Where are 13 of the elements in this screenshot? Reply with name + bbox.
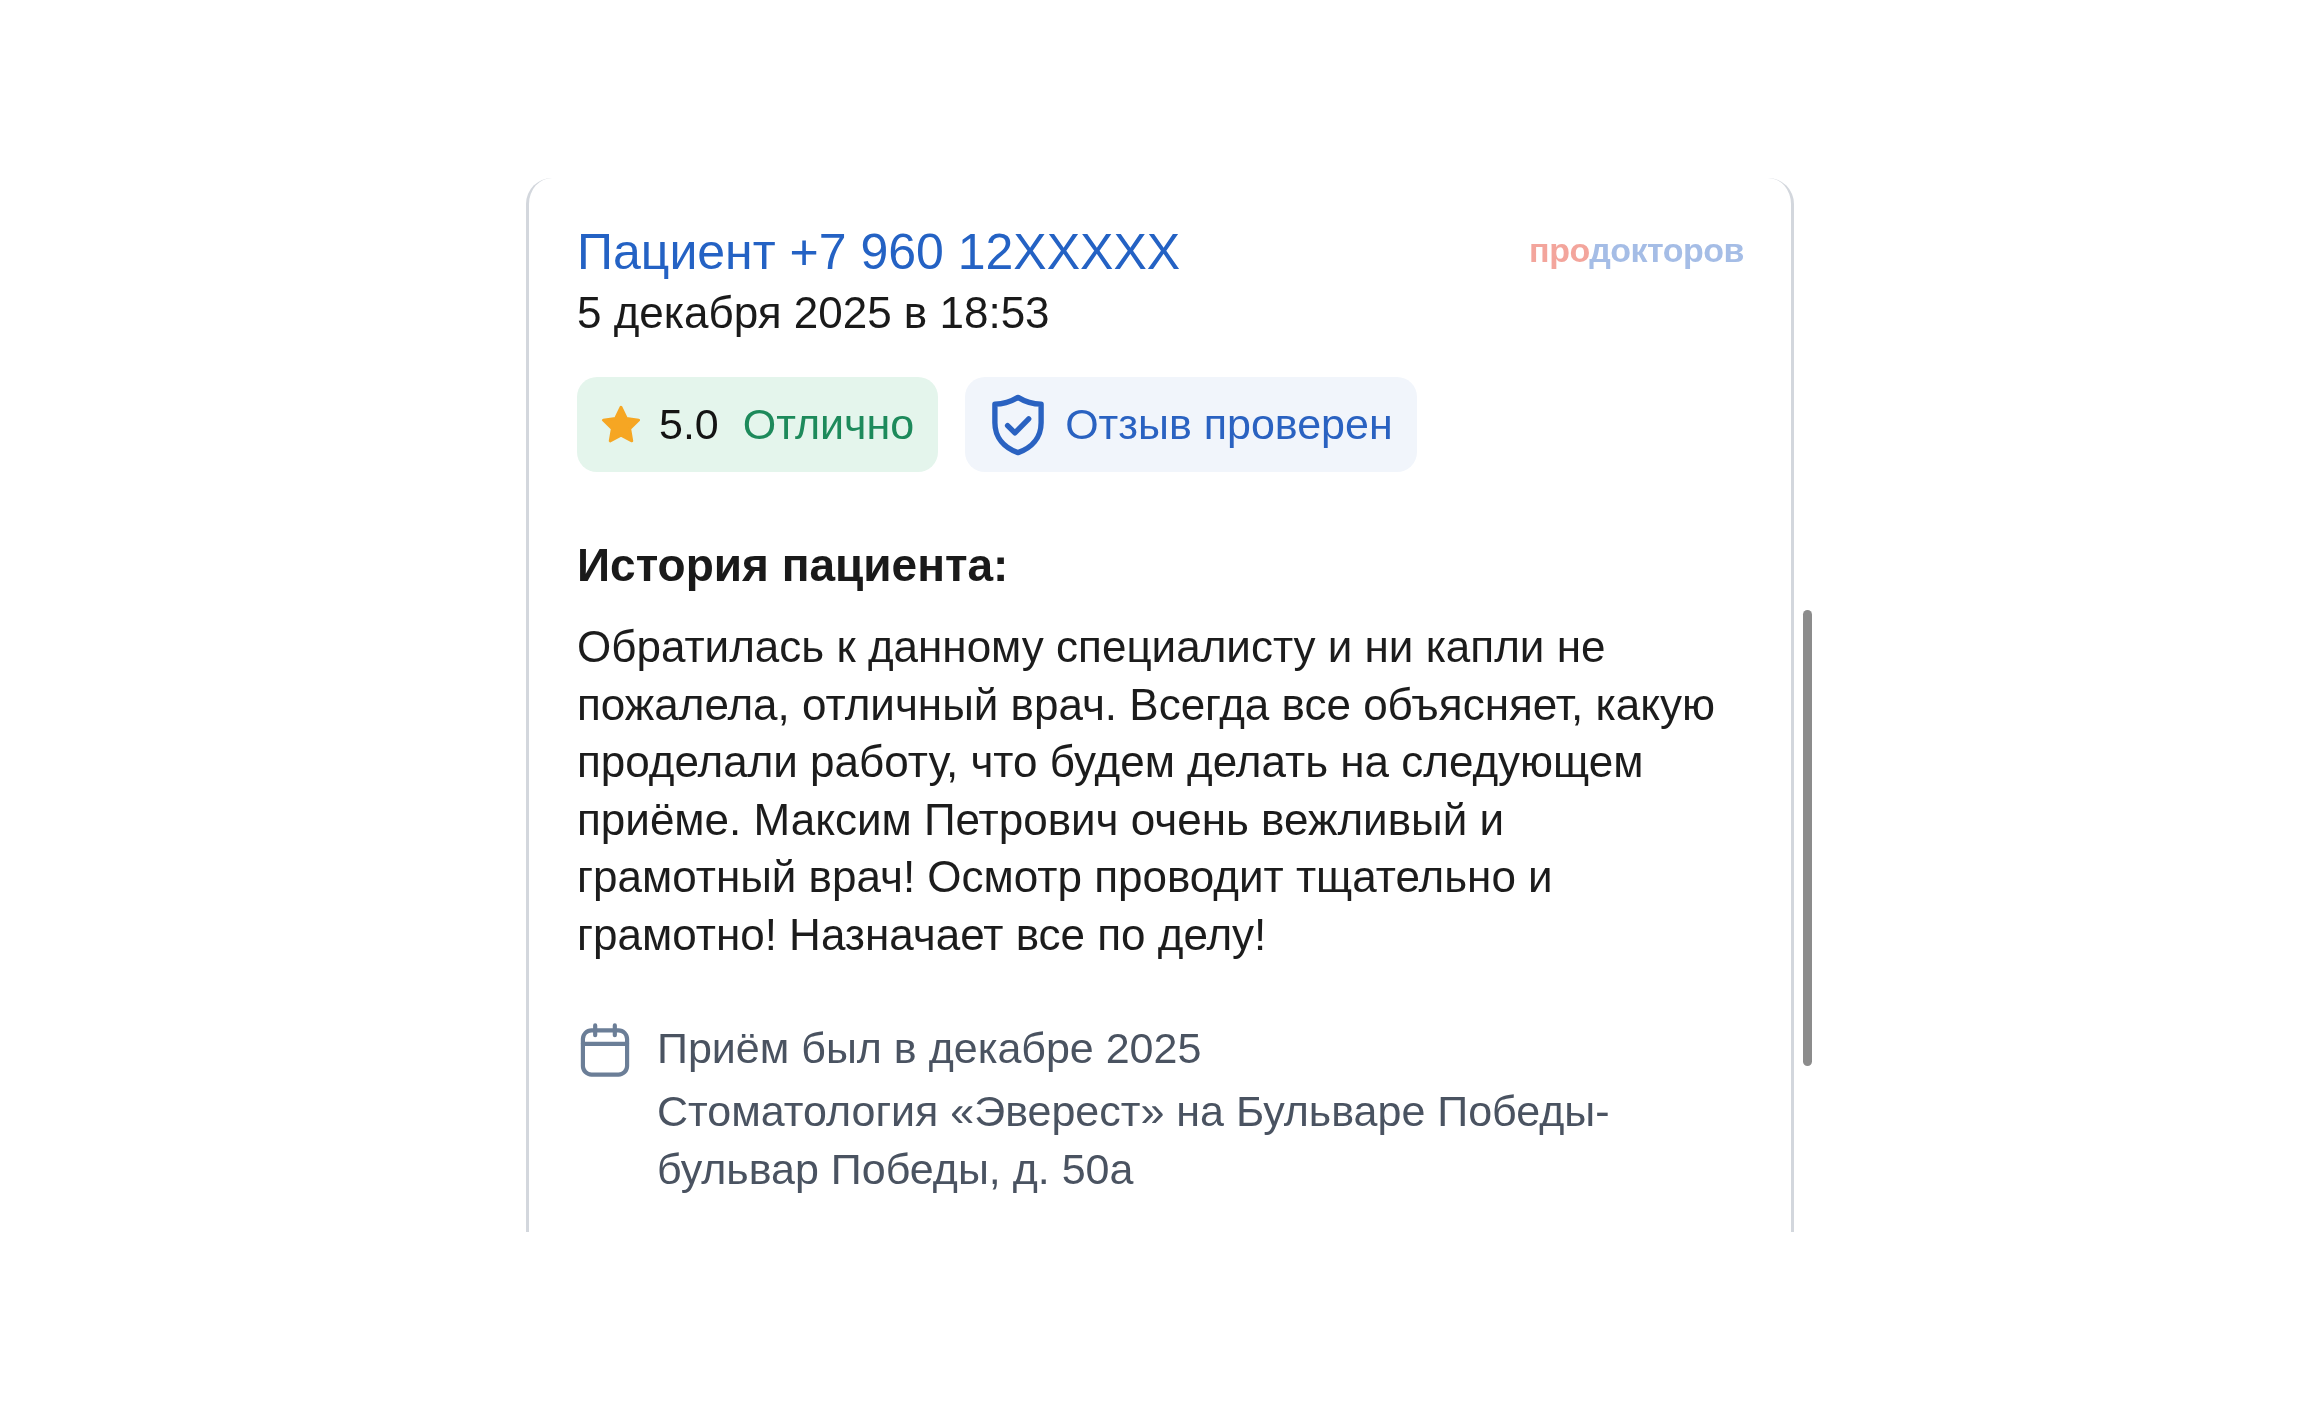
brand-logo: продокторов <box>1529 230 1744 270</box>
verification-label: Отзыв проверен <box>1065 399 1393 451</box>
author-name: Пациент +7 960 12XXXXX <box>577 223 1181 282</box>
scrollbar-thumb[interactable] <box>1803 610 1812 1066</box>
story-heading: История пациента: <box>577 538 1010 593</box>
rating-score: 5.0 <box>659 399 719 451</box>
visit-date: Приём был в декабре 2025 <box>657 1023 1203 1074</box>
calendar-icon <box>580 1023 630 1077</box>
shield-check-icon <box>991 393 1046 456</box>
review-date: 5 декабря 2025 в 18:53 <box>577 287 1051 339</box>
rating-label: Отлично <box>742 399 915 451</box>
clinic-address: Стоматология «Эверест» на Бульваре Победы- бульвар Победы, д. 50а <box>657 1086 1610 1195</box>
story-text: Обратилась к данному специалисту и ни капли не пожалела, отличный врач. Всегда все объясняет, какую проделали работу, что будем делать на следующем приёме. Максим Петрович очень вежливый и грамотный врач! Осмотр проводит тщательно и грамотно! Назначает все по делу! <box>577 621 1716 961</box>
